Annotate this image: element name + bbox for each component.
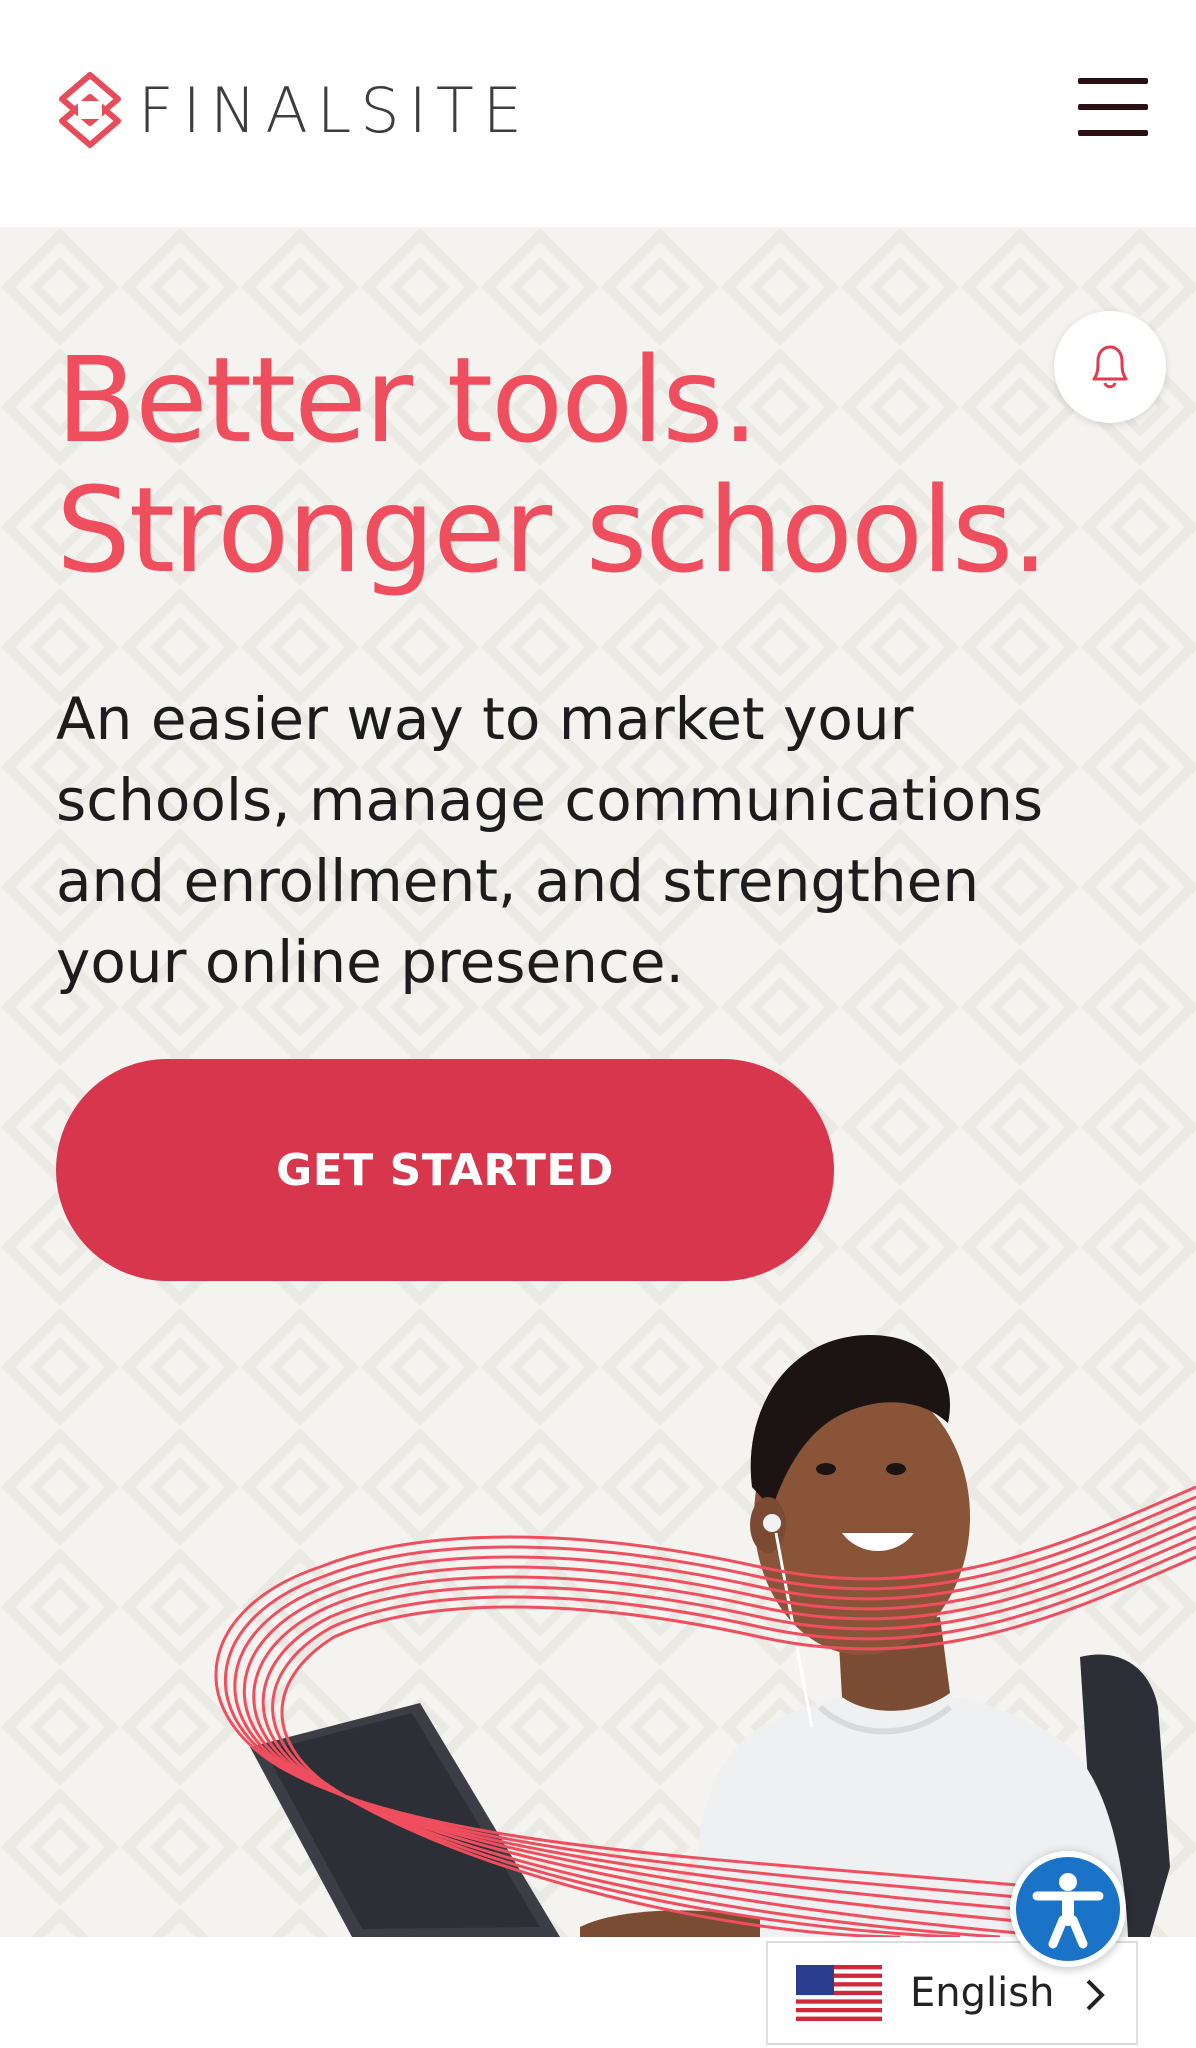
menu-line [1078, 104, 1148, 110]
site-header: FINALSITE [0, 0, 1196, 227]
hamburger-menu-button[interactable] [1078, 78, 1148, 140]
menu-line [1078, 130, 1148, 136]
site-logo[interactable]: FINALSITE [56, 70, 531, 150]
chevron-right-icon [1086, 1979, 1105, 2011]
language-label: English [910, 1970, 1055, 2016]
menu-line [1078, 78, 1148, 84]
us-flag-icon [796, 1965, 882, 2021]
accessibility-button[interactable] [1010, 1851, 1126, 1967]
brand-name: FINALSITE [138, 73, 531, 147]
accessibility-person-icon [1016, 1857, 1120, 1961]
hero-image-student-with-laptop [214, 1335, 1196, 1937]
hero-section: Better tools. Stronger schools. An easie… [0, 227, 1196, 1937]
finalsite-diamond-logo-icon [59, 72, 121, 148]
